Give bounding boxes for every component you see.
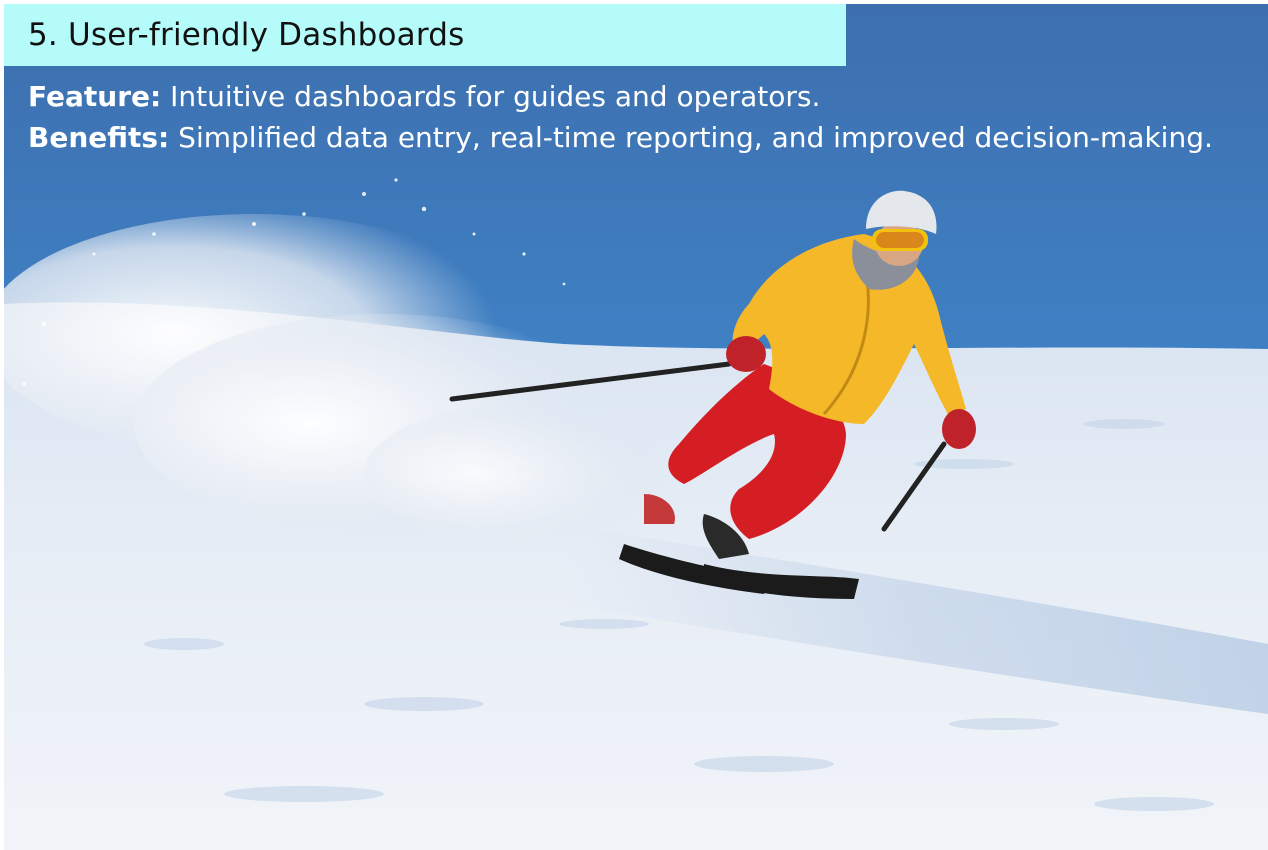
benefits-text: Simplified data entry, real-time reporti… [169, 121, 1213, 154]
title-banner: 5. User-friendly Dashboards [4, 4, 846, 66]
feature-label: Feature: [28, 80, 162, 113]
feature-line: Feature: Intuitive dashboards for guides… [28, 76, 1232, 117]
feature-benefits-text: Feature: Intuitive dashboards for guides… [28, 76, 1232, 158]
slide-title: 5. User-friendly Dashboards [28, 17, 465, 53]
feature-text: Intuitive dashboards for guides and oper… [161, 80, 821, 113]
slide: 5. User-friendly Dashboards Feature: Int… [4, 4, 1268, 850]
benefits-label: Benefits: [28, 121, 170, 154]
benefits-line: Benefits: Simplified data entry, real-ti… [28, 117, 1232, 158]
